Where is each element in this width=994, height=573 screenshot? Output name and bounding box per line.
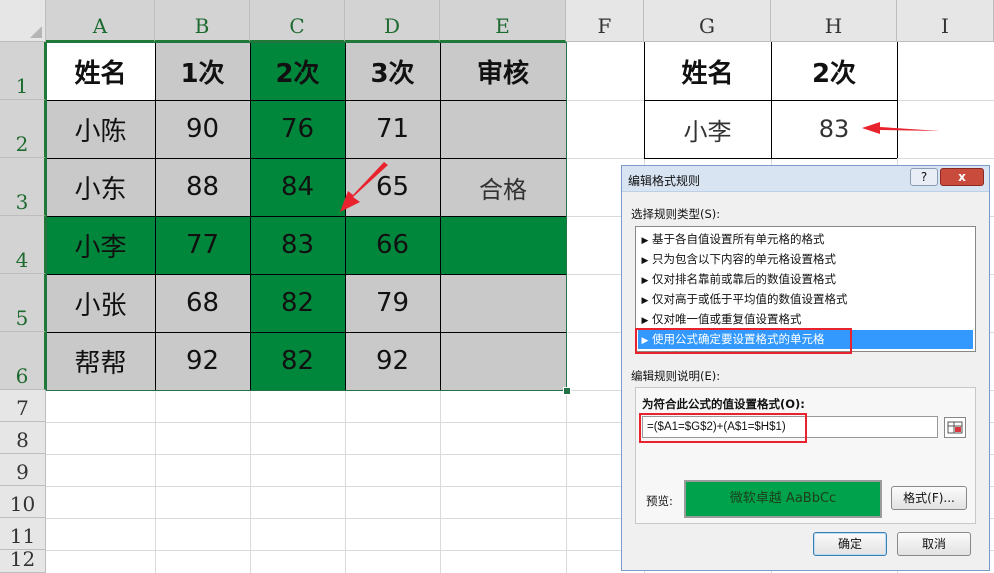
edit-description-label: 编辑规则说明(E):: [631, 369, 721, 383]
close-button[interactable]: x: [940, 168, 984, 186]
triangle-right-icon: ▶: [641, 276, 649, 286]
dialog-title: 编辑格式规则: [628, 174, 701, 188]
rule-type-item[interactable]: ▶ 仅对高于或低于平均值的数值设置格式: [638, 290, 973, 309]
help-button[interactable]: ?: [910, 168, 938, 186]
rule-type-item[interactable]: ▶ 仅对唯一值或重复值设置格式: [638, 310, 973, 329]
rule-type-item[interactable]: ▶ 仅对排名靠前或靠后的数值设置格式: [638, 270, 973, 289]
range-picker-icon: [947, 421, 963, 434]
arrow-to-c4: [340, 162, 388, 212]
format-preview: 微软卓越 AaBbCc: [684, 480, 882, 518]
triangle-right-icon: ▶: [641, 236, 649, 246]
spreadsheet[interactable]: A B C D E F G H I 1 2 3 4 5 6 7 8 9 10 1…: [0, 0, 994, 573]
triangle-right-icon: ▶: [641, 256, 649, 266]
highlight-box-formula: [639, 413, 807, 443]
range-picker-button[interactable]: [944, 417, 966, 438]
preview-label: 预览:: [646, 494, 673, 508]
formula-label: 为符合此公式的值设置格式(O):: [642, 397, 805, 411]
edit-format-rule-dialog: 编辑格式规则 ? x 选择规则类型(S): ▶ 基于各自值设置所有单元格的格式 ▶…: [621, 165, 990, 571]
rule-type-item[interactable]: ▶ 只为包含以下内容的单元格设置格式: [638, 250, 973, 269]
arrow-to-h2: [862, 122, 940, 134]
rule-type-item[interactable]: ▶ 基于各自值设置所有单元格的格式: [638, 230, 973, 249]
ok-button[interactable]: 确定: [813, 532, 887, 556]
dialog-titlebar[interactable]: 编辑格式规则 ? x: [622, 166, 989, 192]
cancel-button[interactable]: 取消: [897, 532, 971, 556]
format-button[interactable]: 格式(F)...: [891, 486, 967, 510]
select-rule-type-label: 选择规则类型(S):: [631, 207, 721, 221]
triangle-right-icon: ▶: [641, 296, 649, 306]
highlight-box-rule-type: [635, 328, 852, 354]
